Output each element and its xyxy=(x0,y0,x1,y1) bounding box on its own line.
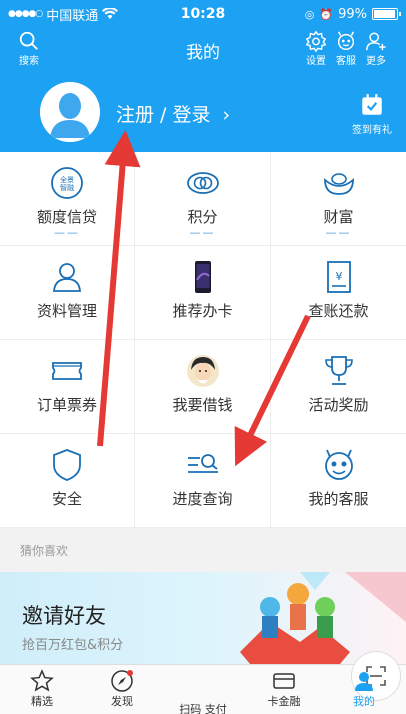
svg-text:¥: ¥ xyxy=(335,270,342,283)
wealth-icon xyxy=(323,173,354,195)
svg-text:全景: 全景 xyxy=(60,175,74,184)
robot-icon xyxy=(324,449,353,480)
ticket-icon xyxy=(52,362,82,380)
battery-label: 99% xyxy=(338,6,367,22)
signin-button[interactable]: 签到有礼 xyxy=(352,92,392,136)
tab-label: 卡金融 xyxy=(267,695,301,708)
grid-label: 额度信贷 xyxy=(36,208,97,226)
tab-label: 扫码 支付 xyxy=(179,703,227,714)
avatar[interactable] xyxy=(40,82,100,142)
grid-item-wealth[interactable]: 财富 —— xyxy=(271,152,406,246)
login-text: 注册 / 登录 xyxy=(116,104,211,126)
tab-label: 我的 xyxy=(353,695,375,708)
tab-label: 发现 xyxy=(111,695,133,708)
panorama-credit-icon: 全景智融 xyxy=(51,167,83,199)
status-bar: ●●●●○ 中国联通 10:28 ◎ ⏰ 99% xyxy=(0,0,406,28)
grid-sub: —— xyxy=(325,226,352,239)
grid-item-points[interactable]: 积分 —— xyxy=(135,152,271,246)
signal-icon: ●●●●○ xyxy=(8,9,43,19)
section-title-guess: 猜你喜欢 xyxy=(0,528,406,572)
bill-icon: ¥ xyxy=(326,261,351,293)
grid-sub: —— xyxy=(189,226,216,239)
tab-label: 精选 xyxy=(31,695,53,708)
svg-text:智融: 智融 xyxy=(60,183,74,192)
grid-item-progress[interactable]: 进度查询 xyxy=(135,434,271,528)
banner-subtitle: 抢百万红包&积分 xyxy=(22,638,124,653)
shield-icon xyxy=(53,449,81,481)
grid-label: 进度查询 xyxy=(172,490,233,508)
grid-label: 我的客服 xyxy=(308,490,369,508)
grid-label: 资料管理 xyxy=(36,302,97,320)
trophy-icon xyxy=(324,356,353,385)
carrier-label: 中国联通 xyxy=(46,8,99,24)
tab-bar: 精选 发现 扫码 支付 卡金融 我的 xyxy=(0,651,406,714)
feature-grid: 全景 智融 额度信贷 —— 积分 —— 财富 —— 资料管理 推荐办卡 ¥ 查账还… xyxy=(0,152,406,528)
nav-bar: 搜索 我的 设置 客服 更多 xyxy=(0,28,406,70)
grid-item-rewards[interactable]: 活动奖励 xyxy=(271,340,406,434)
grid-item-borrow[interactable]: 我要借钱 xyxy=(135,340,271,434)
grid-label: 推荐办卡 xyxy=(172,302,233,320)
grid-item-profile-manage[interactable]: 资料管理 xyxy=(0,246,135,340)
more-button[interactable]: 更多 xyxy=(365,30,387,67)
more-label: 更多 xyxy=(366,56,386,67)
grid-label: 查账还款 xyxy=(308,302,369,320)
alarm-icon: ⏰ xyxy=(319,7,334,21)
wifi-icon xyxy=(102,8,119,19)
tab-mine[interactable]: 我的 xyxy=(334,669,394,709)
grid-item-bill[interactable]: ¥ 查账还款 xyxy=(271,246,406,340)
service-button[interactable]: 客服 xyxy=(335,30,357,67)
grid-sub: —— xyxy=(54,226,80,239)
user-icon xyxy=(355,672,373,691)
grid-label: 安全 xyxy=(51,490,82,508)
phone-icon xyxy=(194,261,211,293)
points-icon xyxy=(186,172,219,194)
profile-icon xyxy=(53,263,81,292)
tab-card-finance[interactable]: 卡金融 xyxy=(254,669,314,709)
calendar-check-icon xyxy=(362,94,382,115)
grid-label: 活动奖励 xyxy=(308,396,369,414)
chevron-right-icon: › xyxy=(222,104,231,126)
invite-banner[interactable]: 邀请好友 抢百万红包&积分 xyxy=(0,572,406,664)
tab-featured[interactable]: 精选 xyxy=(12,669,72,709)
gear-icon xyxy=(305,30,327,52)
star-icon xyxy=(30,669,54,692)
tab-discover[interactable]: 发现 xyxy=(92,669,152,709)
battery-icon xyxy=(372,8,401,20)
grid-label: 我要借钱 xyxy=(172,396,233,414)
grid-item-customer-service[interactable]: 我的客服 xyxy=(271,434,406,528)
grid-item-security[interactable]: 安全 xyxy=(0,434,135,528)
tab-scan-pay[interactable]: 扫码 支付 xyxy=(173,651,401,714)
card-icon xyxy=(273,673,295,689)
robot-service-icon xyxy=(337,31,355,50)
settings-label: 设置 xyxy=(306,56,326,67)
grid-label: 积分 xyxy=(187,208,218,226)
banner-title: 邀请好友 xyxy=(22,604,106,628)
login-link[interactable]: 注册 / 登录 › xyxy=(116,100,230,127)
grid-item-credit[interactable]: 全景 智融 额度信贷 —— xyxy=(0,152,135,246)
grid-item-recommend-card[interactable]: 推荐办卡 xyxy=(135,246,271,340)
borrow-avatar-icon xyxy=(186,355,219,387)
profile-section: 注册 / 登录 › 签到有礼 xyxy=(0,78,406,152)
orientation-lock-icon: ◎ xyxy=(304,7,315,21)
progress-search-icon xyxy=(187,454,218,473)
add-user-icon xyxy=(366,32,386,51)
default-avatar-icon xyxy=(40,82,100,142)
service-label: 客服 xyxy=(336,56,356,67)
signin-label: 签到有礼 xyxy=(352,125,392,136)
grid-label: 财富 xyxy=(323,208,354,226)
clock: 10:28 xyxy=(180,6,226,22)
settings-button[interactable]: 设置 xyxy=(305,30,327,67)
grid-label: 订单票券 xyxy=(36,396,97,414)
grid-item-orders[interactable]: 订单票券 xyxy=(0,340,135,434)
header: ●●●●○ 中国联通 10:28 ◎ ⏰ 99% 搜索 我的 设置 客服 更多 xyxy=(0,0,406,152)
compass-icon xyxy=(111,670,133,692)
